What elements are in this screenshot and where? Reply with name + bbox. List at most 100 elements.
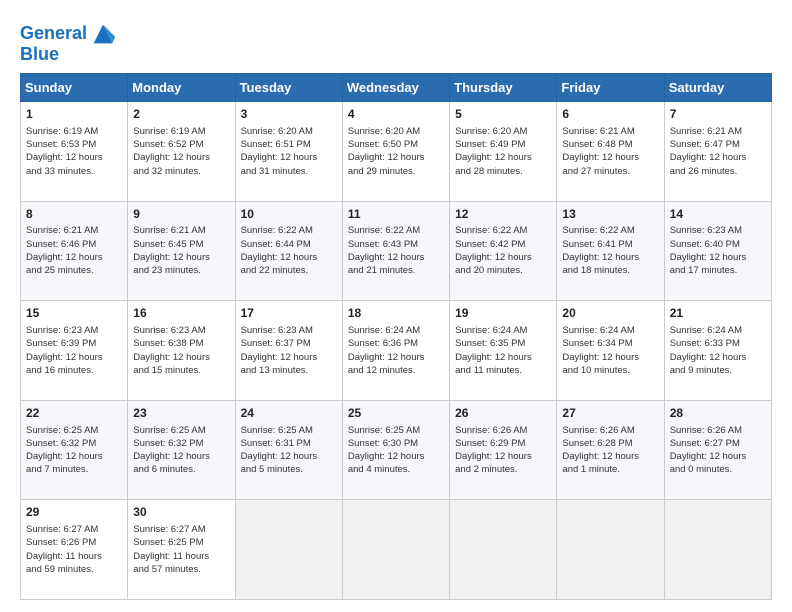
day-number: 25 — [348, 405, 444, 422]
day-number: 22 — [26, 405, 122, 422]
day-number: 11 — [348, 206, 444, 223]
calendar-cell: 11Sunrise: 6:22 AMSunset: 6:43 PMDayligh… — [342, 201, 449, 301]
day-info-line: Sunrise: 6:19 AM — [133, 125, 229, 138]
day-info-line: and 18 minutes. — [562, 264, 658, 277]
calendar-cell: 7Sunrise: 6:21 AMSunset: 6:47 PMDaylight… — [664, 102, 771, 202]
day-info-line: Sunrise: 6:21 AM — [133, 224, 229, 237]
weekday-sunday: Sunday — [21, 74, 128, 102]
day-info-line: Daylight: 12 hours — [133, 251, 229, 264]
day-number: 3 — [241, 106, 337, 123]
day-info-line: Sunset: 6:51 PM — [241, 138, 337, 151]
day-info-line: Sunset: 6:47 PM — [670, 138, 766, 151]
day-info-line: and 13 minutes. — [241, 364, 337, 377]
day-number: 5 — [455, 106, 551, 123]
day-info-line: Sunrise: 6:26 AM — [562, 424, 658, 437]
day-info-line: Sunrise: 6:24 AM — [455, 324, 551, 337]
week-row-4: 22Sunrise: 6:25 AMSunset: 6:32 PMDayligh… — [21, 400, 772, 500]
day-info-line: and 9 minutes. — [670, 364, 766, 377]
day-info-line: Sunrise: 6:23 AM — [241, 324, 337, 337]
calendar-cell: 2Sunrise: 6:19 AMSunset: 6:52 PMDaylight… — [128, 102, 235, 202]
day-info-line: and 10 minutes. — [562, 364, 658, 377]
calendar-cell: 17Sunrise: 6:23 AMSunset: 6:37 PMDayligh… — [235, 301, 342, 401]
day-info-line: Sunset: 6:46 PM — [26, 238, 122, 251]
calendar-cell: 23Sunrise: 6:25 AMSunset: 6:32 PMDayligh… — [128, 400, 235, 500]
day-number: 26 — [455, 405, 551, 422]
day-info-line: Sunset: 6:53 PM — [26, 138, 122, 151]
day-info-line: Sunrise: 6:20 AM — [348, 125, 444, 138]
day-info-line: Daylight: 12 hours — [26, 151, 122, 164]
day-info-line: Sunrise: 6:19 AM — [26, 125, 122, 138]
day-number: 28 — [670, 405, 766, 422]
day-info-line: Daylight: 12 hours — [241, 450, 337, 463]
weekday-saturday: Saturday — [664, 74, 771, 102]
day-info-line: Daylight: 12 hours — [26, 251, 122, 264]
calendar-cell: 8Sunrise: 6:21 AMSunset: 6:46 PMDaylight… — [21, 201, 128, 301]
weekday-tuesday: Tuesday — [235, 74, 342, 102]
day-info-line: Sunrise: 6:25 AM — [26, 424, 122, 437]
day-info-line: Sunrise: 6:22 AM — [348, 224, 444, 237]
calendar-cell: 18Sunrise: 6:24 AMSunset: 6:36 PMDayligh… — [342, 301, 449, 401]
day-info-line: Sunrise: 6:23 AM — [26, 324, 122, 337]
day-number: 9 — [133, 206, 229, 223]
week-row-5: 29Sunrise: 6:27 AMSunset: 6:26 PMDayligh… — [21, 500, 772, 600]
day-info-line: Daylight: 12 hours — [348, 450, 444, 463]
calendar-cell: 6Sunrise: 6:21 AMSunset: 6:48 PMDaylight… — [557, 102, 664, 202]
calendar-cell: 10Sunrise: 6:22 AMSunset: 6:44 PMDayligh… — [235, 201, 342, 301]
day-info-line: Daylight: 12 hours — [241, 351, 337, 364]
day-number: 21 — [670, 305, 766, 322]
day-info-line: Sunset: 6:28 PM — [562, 437, 658, 450]
day-number: 14 — [670, 206, 766, 223]
day-number: 2 — [133, 106, 229, 123]
day-info-line: Sunrise: 6:23 AM — [670, 224, 766, 237]
day-info-line: Sunrise: 6:22 AM — [455, 224, 551, 237]
calendar-cell: 12Sunrise: 6:22 AMSunset: 6:42 PMDayligh… — [450, 201, 557, 301]
day-info-line: Sunrise: 6:21 AM — [26, 224, 122, 237]
day-info-line: Sunrise: 6:23 AM — [133, 324, 229, 337]
day-number: 23 — [133, 405, 229, 422]
day-number: 17 — [241, 305, 337, 322]
day-info-line: Sunrise: 6:21 AM — [562, 125, 658, 138]
day-info-line: Daylight: 12 hours — [562, 351, 658, 364]
day-info-line: Daylight: 12 hours — [455, 351, 551, 364]
day-info-line: and 12 minutes. — [348, 364, 444, 377]
day-info-line: and 59 minutes. — [26, 563, 122, 576]
day-info-line: Sunrise: 6:25 AM — [241, 424, 337, 437]
day-info-line: Daylight: 12 hours — [26, 450, 122, 463]
day-number: 13 — [562, 206, 658, 223]
calendar-cell: 13Sunrise: 6:22 AMSunset: 6:41 PMDayligh… — [557, 201, 664, 301]
day-info-line: Daylight: 12 hours — [670, 351, 766, 364]
day-info-line: Sunset: 6:32 PM — [26, 437, 122, 450]
calendar-cell: 1Sunrise: 6:19 AMSunset: 6:53 PMDaylight… — [21, 102, 128, 202]
day-info-line: and 7 minutes. — [26, 463, 122, 476]
calendar-cell: 20Sunrise: 6:24 AMSunset: 6:34 PMDayligh… — [557, 301, 664, 401]
day-info-line: Daylight: 12 hours — [133, 151, 229, 164]
page: General Blue SundayMondayTuesdayWednesda… — [0, 0, 792, 612]
day-info-line: Daylight: 12 hours — [241, 251, 337, 264]
day-info-line: and 57 minutes. — [133, 563, 229, 576]
day-info-line: and 20 minutes. — [455, 264, 551, 277]
day-number: 19 — [455, 305, 551, 322]
weekday-monday: Monday — [128, 74, 235, 102]
day-info-line: Sunset: 6:42 PM — [455, 238, 551, 251]
day-info-line: and 32 minutes. — [133, 165, 229, 178]
calendar-cell — [342, 500, 449, 600]
day-info-line: and 4 minutes. — [348, 463, 444, 476]
day-info-line: Sunrise: 6:20 AM — [455, 125, 551, 138]
day-info-line: Sunset: 6:48 PM — [562, 138, 658, 151]
header: General Blue — [20, 16, 772, 65]
calendar-cell: 28Sunrise: 6:26 AMSunset: 6:27 PMDayligh… — [664, 400, 771, 500]
day-info-line: Sunset: 6:50 PM — [348, 138, 444, 151]
day-info-line: Daylight: 12 hours — [670, 450, 766, 463]
calendar-cell: 5Sunrise: 6:20 AMSunset: 6:49 PMDaylight… — [450, 102, 557, 202]
day-info-line: Daylight: 12 hours — [670, 251, 766, 264]
day-info-line: and 33 minutes. — [26, 165, 122, 178]
day-number: 29 — [26, 504, 122, 521]
day-info-line: Sunset: 6:25 PM — [133, 536, 229, 549]
day-number: 30 — [133, 504, 229, 521]
day-info-line: Daylight: 12 hours — [455, 251, 551, 264]
day-info-line: Sunset: 6:31 PM — [241, 437, 337, 450]
day-info-line: Sunset: 6:27 PM — [670, 437, 766, 450]
day-info-line: and 23 minutes. — [133, 264, 229, 277]
logo: General Blue — [20, 20, 117, 65]
day-info-line: and 5 minutes. — [241, 463, 337, 476]
